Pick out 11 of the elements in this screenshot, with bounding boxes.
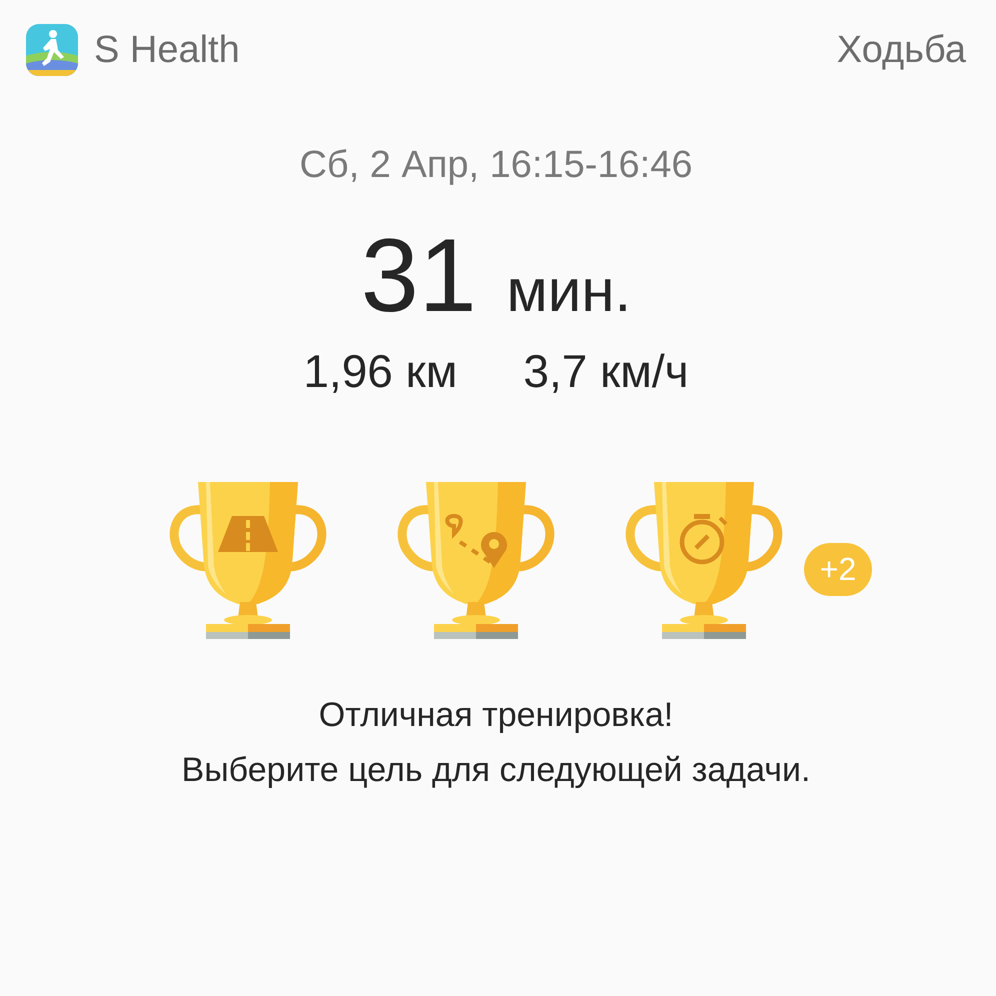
duration-unit: мин. — [506, 256, 632, 325]
session-date: Сб, 2 Апр, 16:15-16:46 — [299, 144, 693, 187]
message-text: Выберите цель для следующей задачи. — [182, 751, 810, 790]
app-name: S Health — [94, 28, 240, 72]
stat-value: 1,96 км — [303, 344, 458, 398]
activity-type: Ходьба — [836, 28, 966, 72]
more-trophies-badge[interactable]: +2 — [804, 542, 872, 596]
duration-value: 31 — [360, 217, 477, 336]
stat-value: 3,7 км/ч — [523, 344, 689, 398]
message-text: Отличная тренировка! — [318, 696, 674, 735]
app-logo-icon — [26, 24, 78, 76]
